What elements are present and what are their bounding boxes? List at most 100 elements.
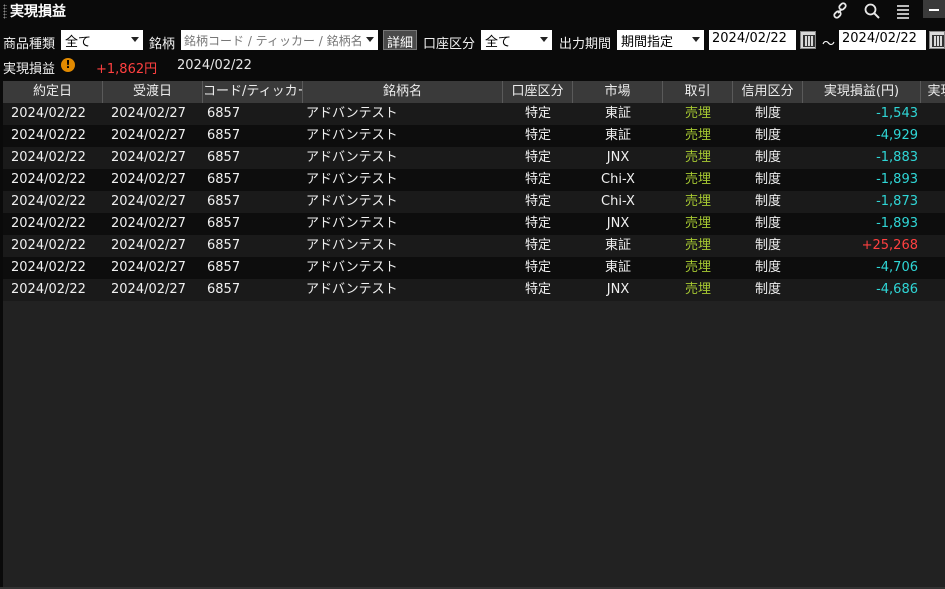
- calendar-icon[interactable]: [800, 31, 816, 49]
- col-code-cell: 6857: [207, 172, 241, 187]
- col-pl-overflow-header[interactable]: 実現: [921, 81, 945, 103]
- col-account-cell: 特定: [524, 172, 551, 187]
- col-trade-cell: 売埋: [684, 172, 711, 187]
- col-account-cell: 特定: [524, 106, 551, 121]
- col-trade-header[interactable]: 取引: [663, 81, 733, 103]
- col-code-cell: 6857: [207, 106, 241, 121]
- table-row[interactable]: 2024/02/22 2024/02/27 6857 アドバンテスト 特定 JNX 売埋 制度…: [3, 213, 945, 235]
- col-account-cell: 特定: [524, 282, 551, 297]
- col-margin-cell: 制度: [754, 150, 781, 165]
- date-separator: ～: [822, 37, 836, 52]
- col-name-cell: アドバンテスト: [306, 194, 398, 209]
- table-row[interactable]: 2024/02/22 2024/02/27 6857 アドバンテスト 特定 JNX 売埋 制度…: [3, 279, 945, 301]
- account-value: 全て: [485, 35, 512, 50]
- col-market-cell: JNX: [606, 216, 630, 231]
- col-margin-cell: 制度: [754, 128, 781, 143]
- col-pl-cell: -1,873: [876, 194, 918, 209]
- col-account-cell: 特定: [524, 194, 551, 209]
- table-row[interactable]: 2024/02/22 2024/02/27 6857 アドバンテスト 特定 Chi-X 売埋…: [3, 191, 945, 213]
- total-realized-pl: +1,862円: [96, 62, 158, 77]
- col-trade-cell: 売埋: [684, 216, 711, 231]
- col-account-cell: 特定: [524, 150, 551, 165]
- col-trade-cell: 売埋: [684, 238, 711, 253]
- col-market-cell: Chi-X: [601, 172, 635, 187]
- table-row[interactable]: 2024/02/22 2024/02/27 6857 アドバンテスト 特定 東証 売埋 制度 -…: [3, 103, 945, 125]
- warning-icon[interactable]: !: [61, 58, 75, 72]
- col-settle-date-header[interactable]: 受渡日: [103, 81, 203, 103]
- col-name-cell: アドバンテスト: [306, 150, 398, 165]
- col-market-header[interactable]: 市場: [573, 81, 663, 103]
- date-to-input[interactable]: 2024/02/22: [839, 30, 926, 50]
- col-margin-cell: 制度: [754, 260, 781, 275]
- col-trade-date-cell: 2024/02/22: [11, 260, 86, 275]
- col-market-cell: 東証: [604, 260, 631, 275]
- product-type-select[interactable]: 全て: [61, 30, 143, 50]
- minimize-icon[interactable]: [923, 0, 945, 18]
- col-code-cell: 6857: [207, 194, 241, 209]
- col-market-cell: Chi-X: [601, 194, 635, 209]
- col-trade-date-cell: 2024/02/22: [11, 172, 86, 187]
- col-name-cell: アドバンテスト: [306, 238, 398, 253]
- period-select[interactable]: 期間指定: [617, 30, 704, 50]
- col-settle-date-cell: 2024/02/27: [111, 194, 186, 209]
- col-pl-cell: -1,893: [876, 216, 918, 231]
- link-icon[interactable]: [831, 2, 849, 20]
- col-account-cell: 特定: [524, 128, 551, 143]
- col-account-cell: 特定: [524, 216, 551, 231]
- table-row[interactable]: 2024/02/22 2024/02/27 6857 アドバンテスト 特定 Chi-X 売埋…: [3, 169, 945, 191]
- col-margin-cell: 制度: [754, 106, 781, 121]
- col-settle-date-cell: 2024/02/27: [111, 128, 186, 143]
- title-bar: 実現損益: [0, 0, 945, 22]
- col-settle-date-cell: 2024/02/27: [111, 106, 186, 121]
- symbol-search-input[interactable]: 銘柄コード / ティッカー / 銘柄名: [181, 30, 378, 50]
- col-margin-header[interactable]: 信用区分: [733, 81, 803, 103]
- col-market-cell: JNX: [606, 150, 630, 165]
- date-from-input[interactable]: 2024/02/22: [709, 30, 796, 50]
- summary-date: 2024/02/22: [177, 58, 252, 73]
- table-row[interactable]: 2024/02/22 2024/02/27 6857 アドバンテスト 特定 東証 売埋 制度 -…: [3, 257, 945, 279]
- col-market-cell: 東証: [604, 238, 631, 253]
- col-trade-date-cell: 2024/02/22: [11, 238, 86, 253]
- table-row[interactable]: 2024/02/22 2024/02/27 6857 アドバンテスト 特定 JNX 売埋 制度…: [3, 147, 945, 169]
- table-row[interactable]: 2024/02/22 2024/02/27 6857 アドバンテスト 特定 東証 売埋 制度 -…: [3, 125, 945, 147]
- col-name-cell: アドバンテスト: [306, 282, 398, 297]
- col-code-cell: 6857: [207, 260, 241, 275]
- drag-grip-icon[interactable]: [3, 4, 7, 19]
- col-settle-date-cell: 2024/02/27: [111, 238, 186, 253]
- period-label: 出力期間: [559, 37, 612, 52]
- col-pl-cell: -4,706: [876, 260, 918, 275]
- account-label: 口座区分: [423, 37, 476, 52]
- table-header: 約定日受渡日コード/ティッカー銘柄名口座区分市場取引信用区分実現損益(円)実現: [3, 81, 945, 103]
- col-account-header[interactable]: 口座区分: [503, 81, 573, 103]
- menu-icon[interactable]: [894, 2, 912, 20]
- col-trade-date-cell: 2024/02/22: [11, 106, 86, 121]
- summary-label: 実現損益: [3, 62, 56, 77]
- col-code-cell: 6857: [207, 282, 241, 297]
- realized-pl-table: 約定日受渡日コード/ティッカー銘柄名口座区分市場取引信用区分実現損益(円)実現 …: [3, 81, 945, 587]
- col-settle-date-cell: 2024/02/27: [111, 150, 186, 165]
- col-trade-date-header[interactable]: 約定日: [3, 81, 103, 103]
- col-code-cell: 6857: [207, 238, 241, 253]
- col-pl-header[interactable]: 実現損益(円): [803, 81, 921, 103]
- chevron-down-icon: [540, 37, 548, 42]
- account-select[interactable]: 全て: [481, 30, 552, 50]
- col-code-header[interactable]: コード/ティッカー: [203, 81, 303, 103]
- col-trade-cell: 売埋: [684, 106, 711, 121]
- table-row[interactable]: 2024/02/22 2024/02/27 6857 アドバンテスト 特定 東証 売埋 制度 +…: [3, 235, 945, 257]
- col-market-cell: 東証: [604, 128, 631, 143]
- chevron-down-icon[interactable]: [366, 37, 374, 42]
- col-account-cell: 特定: [524, 260, 551, 275]
- col-code-cell: 6857: [207, 150, 241, 165]
- col-pl-cell: -1,883: [876, 150, 918, 165]
- detail-button[interactable]: 詳細: [383, 30, 418, 51]
- col-settle-date-cell: 2024/02/27: [111, 260, 186, 275]
- col-trade-date-cell: 2024/02/22: [11, 150, 86, 165]
- calendar-icon[interactable]: [929, 31, 945, 49]
- search-icon[interactable]: [863, 2, 881, 20]
- col-name-header[interactable]: 銘柄名: [303, 81, 503, 103]
- col-trade-cell: 売埋: [684, 260, 711, 275]
- col-market-cell: JNX: [606, 282, 630, 297]
- col-trade-date-cell: 2024/02/22: [11, 282, 86, 297]
- filter-bar: 商品種類 全て 銘柄 銘柄コード / ティッカー / 銘柄名 詳細 口座区分 全…: [0, 28, 945, 52]
- col-market-cell: 東証: [604, 106, 631, 121]
